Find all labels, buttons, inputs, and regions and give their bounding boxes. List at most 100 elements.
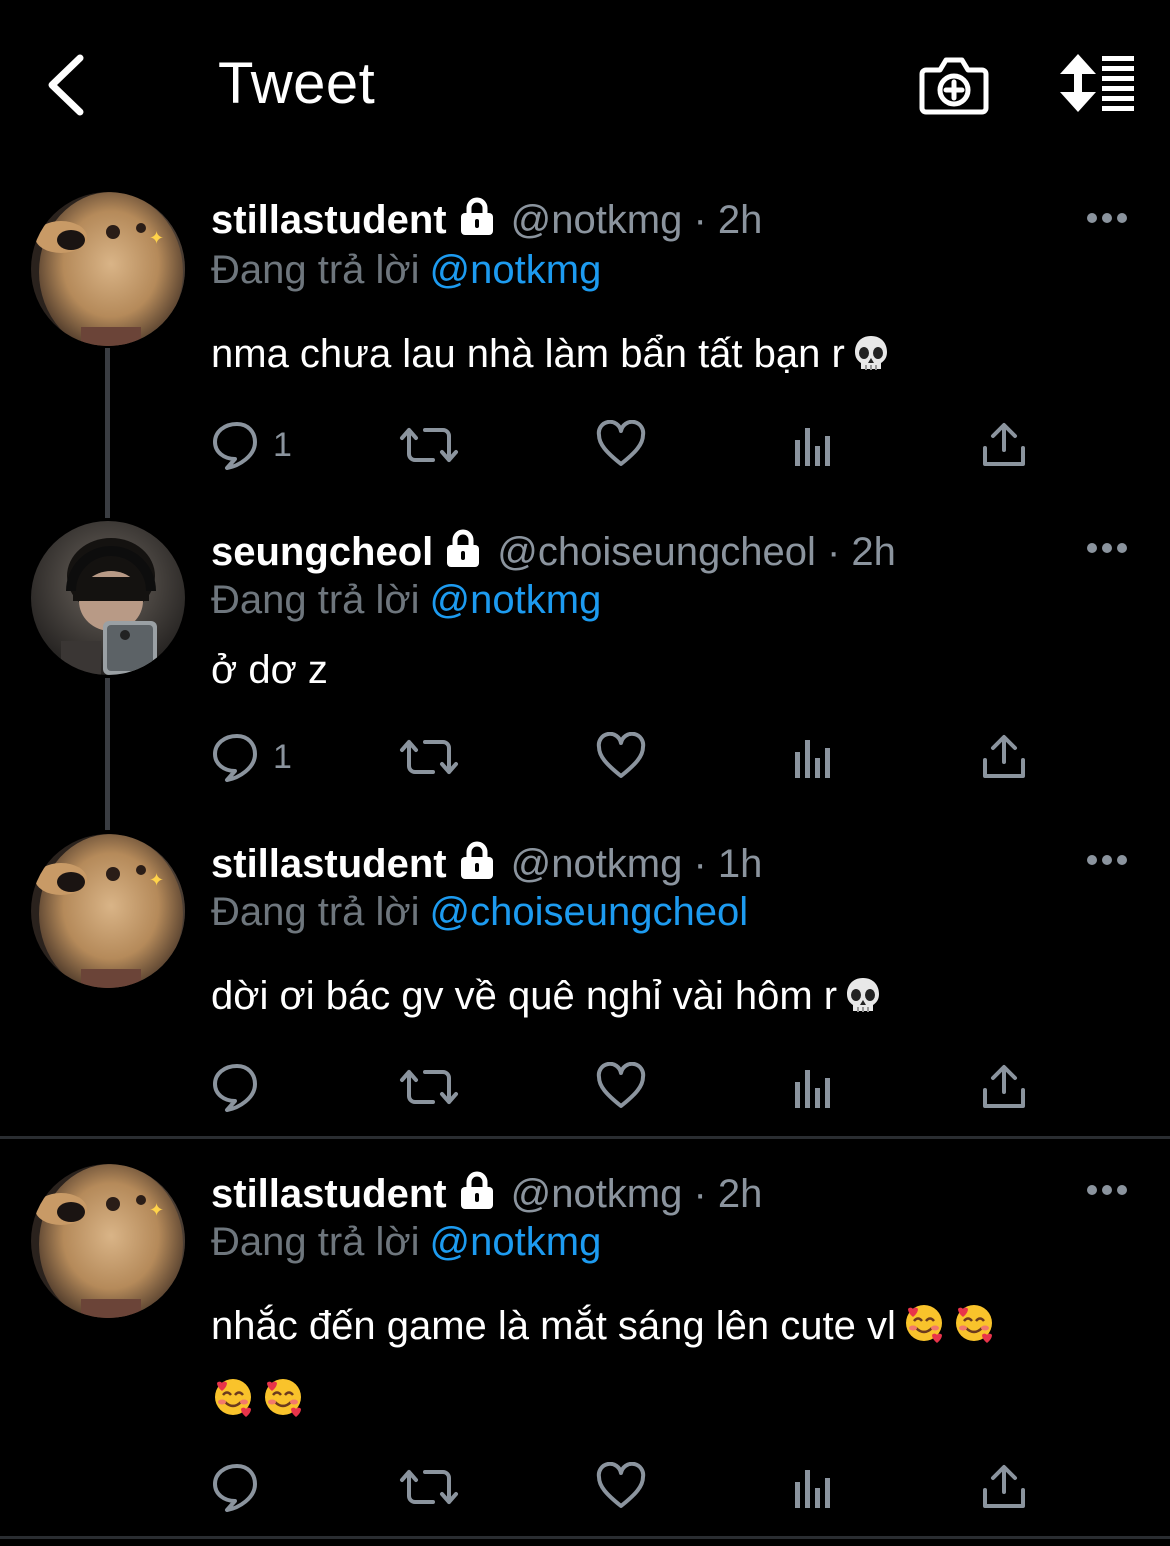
analytics-button[interactable]: [791, 732, 835, 782]
lock-icon: [460, 841, 493, 879]
tweet-actions: [211, 1462, 1031, 1512]
more-options-button[interactable]: [1086, 541, 1128, 555]
avatar[interactable]: [31, 521, 185, 675]
share-button[interactable]: [981, 420, 1027, 470]
mention-link[interactable]: @notkmg: [430, 578, 602, 622]
analytics-button[interactable]: [791, 420, 835, 470]
retweet-icon: [400, 428, 458, 462]
heart-icon: [596, 732, 646, 778]
replying-to: Đang trả lời @notkmg: [211, 1218, 601, 1266]
mention-link[interactable]: @choiseungcheol: [430, 890, 749, 934]
reply-count: 1: [273, 426, 292, 464]
replying-label: Đang trả lời: [211, 1220, 420, 1264]
more-horizontal-icon: [1087, 855, 1127, 865]
display-name[interactable]: stillastudent: [211, 198, 447, 242]
retweet-icon: [400, 1470, 458, 1504]
bar-chart-icon: [795, 740, 830, 778]
tweet-header: stillastudent @notkmg · 2h: [211, 196, 762, 244]
avatar[interactable]: ✦: [31, 192, 185, 346]
reply-button[interactable]: [211, 1462, 311, 1512]
page-title: Tweet: [218, 51, 376, 116]
avatar[interactable]: ✦: [31, 834, 185, 988]
share-upload-icon: [983, 423, 1025, 466]
retweet-icon: [400, 1070, 458, 1104]
handle-and-time: @choiseungcheol · 2h: [497, 530, 896, 574]
skull-emoji-icon: [843, 968, 883, 1036]
tweet-text: dời ơi bác gv về quê nghỉ vài hôm r: [211, 962, 1111, 1036]
tweet-header: stillastudent @notkmg · 2h: [211, 1170, 762, 1218]
reply-bubble-icon: [213, 734, 257, 782]
tweet-text: nma chưa lau nhà làm bẩn tất bạn r: [211, 320, 1111, 394]
thread-connector: [105, 678, 110, 830]
replying-to: Đang trả lời @notkmg: [211, 576, 601, 624]
share-button[interactable]: [981, 732, 1027, 782]
avatar[interactable]: ✦: [31, 1164, 185, 1318]
analytics-button[interactable]: [791, 1462, 835, 1512]
reply-button[interactable]: 1: [211, 420, 311, 470]
person-avatar-image: [31, 521, 185, 675]
more-options-button[interactable]: [1086, 853, 1128, 867]
svg-text:✦: ✦: [149, 1200, 164, 1221]
sort-icon: [1060, 54, 1134, 112]
retweet-button[interactable]: [399, 732, 459, 782]
tweet-header: seungcheol @choiseungcheol · 2h: [211, 528, 896, 576]
share-button[interactable]: [981, 1462, 1027, 1512]
tweet-text: nhắc đến game là mắt sáng lên cute vl: [211, 1292, 1111, 1440]
top-nav-bar: Tweet: [0, 0, 1170, 170]
share-button[interactable]: [981, 1062, 1027, 1112]
handle-and-time: @notkmg · 2h: [510, 198, 763, 242]
share-upload-icon: [983, 1065, 1025, 1108]
tweet-actions: 1: [211, 420, 1031, 470]
tweet-header: stillastudent @notkmg · 1h: [211, 840, 762, 888]
retweet-button[interactable]: [399, 1462, 459, 1512]
camera-plus-icon: [919, 57, 989, 115]
more-options-button[interactable]: [1086, 1183, 1128, 1197]
reply-bubble-icon: [213, 422, 257, 470]
mention-link[interactable]: @notkmg: [430, 1220, 602, 1264]
dog-avatar-image: ✦: [31, 192, 185, 346]
heart-icon: [596, 1462, 646, 1508]
like-button[interactable]: [596, 1062, 646, 1112]
smiling-face-with-hearts-icon: [261, 1372, 305, 1440]
tweet-text-content: dời ơi bác gv về quê nghỉ vài hôm r: [211, 974, 838, 1018]
retweet-button[interactable]: [399, 420, 459, 470]
replying-label: Đang trả lời: [211, 578, 420, 622]
tweet-actions: [211, 1062, 1031, 1112]
like-button[interactable]: [596, 420, 646, 470]
replying-label: Đang trả lời: [211, 248, 420, 292]
sort-replies-button[interactable]: [1058, 52, 1138, 114]
chevron-left-icon: [48, 54, 84, 116]
reply-button[interactable]: [211, 1062, 311, 1112]
like-button[interactable]: [596, 1462, 646, 1512]
smiling-face-with-hearts-icon: [952, 1298, 996, 1366]
add-photo-button[interactable]: [918, 50, 990, 116]
heart-icon: [596, 420, 646, 466]
dog-avatar-image: ✦: [31, 1164, 185, 1318]
display-name[interactable]: seungcheol: [211, 530, 433, 574]
share-upload-icon: [983, 1465, 1025, 1508]
reply-bubble-icon: [213, 1464, 257, 1512]
tweet-text-content: ở dơ z: [211, 648, 328, 692]
more-options-button[interactable]: [1086, 211, 1128, 225]
share-upload-icon: [983, 735, 1025, 778]
display-name[interactable]: stillastudent: [211, 1172, 447, 1216]
retweet-icon: [400, 740, 458, 774]
replying-label: Đang trả lời: [211, 890, 420, 934]
retweet-button[interactable]: [399, 1062, 459, 1112]
tweet-text-content: nhắc đến game là mắt sáng lên cute vl: [211, 1304, 896, 1348]
like-button[interactable]: [596, 732, 646, 782]
mention-link[interactable]: @notkmg: [430, 248, 602, 292]
analytics-button[interactable]: [791, 1062, 835, 1112]
tweet-text: ở dơ z: [211, 636, 1111, 704]
lock-icon: [460, 1171, 493, 1209]
display-name[interactable]: stillastudent: [211, 842, 447, 886]
lock-icon: [460, 197, 493, 235]
bar-chart-icon: [795, 428, 830, 466]
tweet-actions: 1: [211, 732, 1031, 782]
svg-text:✦: ✦: [149, 870, 164, 891]
replying-to: Đang trả lời @choiseungcheol: [211, 888, 748, 936]
reply-button[interactable]: 1: [211, 732, 311, 782]
skull-emoji-icon: [851, 326, 891, 394]
thread-connector: [105, 348, 110, 518]
back-button[interactable]: [40, 50, 96, 120]
